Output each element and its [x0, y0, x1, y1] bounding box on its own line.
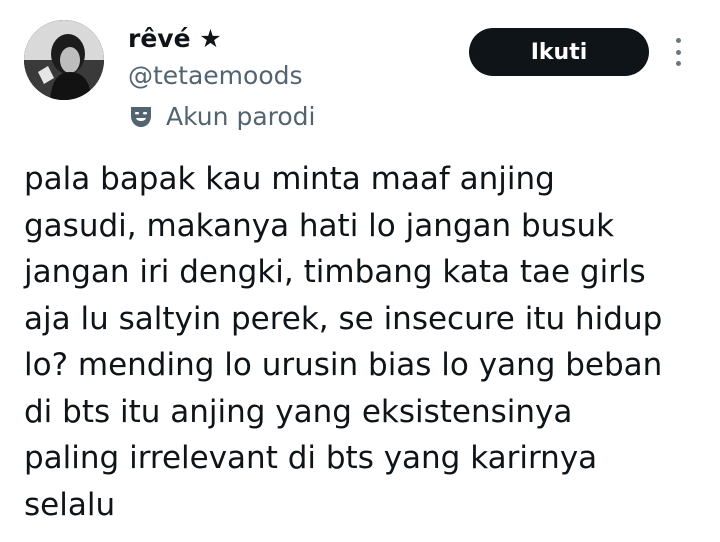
dot-icon: [675, 61, 681, 66]
tweet-text: pala bapak kau minta maaf anjing gasudi,…: [24, 161, 663, 523]
user-handle[interactable]: @tetaemoods: [128, 60, 303, 92]
dot-icon: [675, 49, 681, 55]
avatar[interactable]: [24, 20, 104, 100]
avatar-photo: [24, 20, 104, 100]
follow-button[interactable]: Ikuti: [469, 28, 649, 76]
account-label: Akun parodi: [128, 100, 315, 132]
parody-mask-icon: [131, 107, 151, 127]
display-name[interactable]: rêvé ★: [128, 24, 222, 54]
account-label-text: Akun parodi: [166, 101, 316, 131]
more-options-icon[interactable]: [668, 38, 688, 66]
dot-icon: [675, 38, 681, 43]
